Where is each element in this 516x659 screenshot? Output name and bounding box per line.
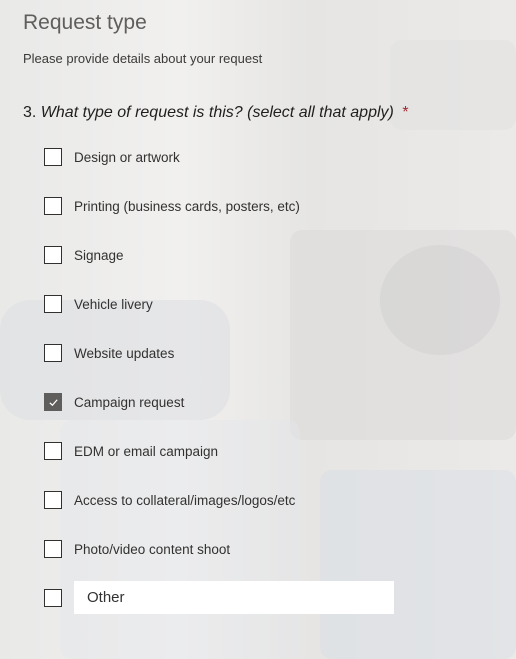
option-label: EDM or email campaign xyxy=(74,443,219,459)
option-edm-email-campaign[interactable]: EDM or email campaign xyxy=(44,440,218,462)
checkbox[interactable] xyxy=(44,540,62,558)
checkbox[interactable] xyxy=(44,148,62,166)
question-number: 3. xyxy=(23,104,37,121)
form-section: Request type Please provide details abou… xyxy=(0,0,516,659)
option-campaign-request[interactable]: Campaign request xyxy=(44,391,184,413)
checkbox[interactable] xyxy=(44,246,62,264)
option-signage[interactable]: Signage xyxy=(44,244,124,266)
question-heading: 3. What type of request is this? (select… xyxy=(23,104,409,122)
checkbox[interactable] xyxy=(44,442,62,460)
option-label: Campaign request xyxy=(74,394,185,410)
option-label: Printing (business cards, posters, etc) xyxy=(74,198,300,214)
option-label: Design or artwork xyxy=(74,149,180,165)
option-other[interactable] xyxy=(44,587,62,609)
option-design-or-artwork[interactable]: Design or artwork xyxy=(44,146,180,168)
check-icon xyxy=(48,398,58,406)
option-label: Vehicle livery xyxy=(74,296,153,312)
checkbox[interactable] xyxy=(44,589,62,607)
option-website-updates[interactable]: Website updates xyxy=(44,342,174,364)
section-title: Request type xyxy=(23,11,147,34)
checkbox[interactable] xyxy=(44,197,62,215)
question-text: What type of request is this? (select al… xyxy=(40,104,394,121)
option-vehicle-livery[interactable]: Vehicle livery xyxy=(44,293,153,315)
option-label: Website updates xyxy=(74,345,175,361)
section-subtitle: Please provide details about your reques… xyxy=(23,51,263,66)
other-text-input[interactable] xyxy=(74,581,394,614)
option-label: Photo/video content shoot xyxy=(74,541,231,557)
checkbox[interactable] xyxy=(44,491,62,509)
option-label: Access to collateral/images/logos/etc xyxy=(74,492,296,508)
required-marker: * xyxy=(402,104,409,121)
option-photo-video-shoot[interactable]: Photo/video content shoot xyxy=(44,538,230,560)
option-access-to-collateral[interactable]: Access to collateral/images/logos/etc xyxy=(44,489,295,511)
checkbox[interactable] xyxy=(44,344,62,362)
checkbox-checked[interactable] xyxy=(44,393,62,411)
option-printing[interactable]: Printing (business cards, posters, etc) xyxy=(44,195,300,217)
option-label: Signage xyxy=(74,247,124,263)
checkbox[interactable] xyxy=(44,295,62,313)
